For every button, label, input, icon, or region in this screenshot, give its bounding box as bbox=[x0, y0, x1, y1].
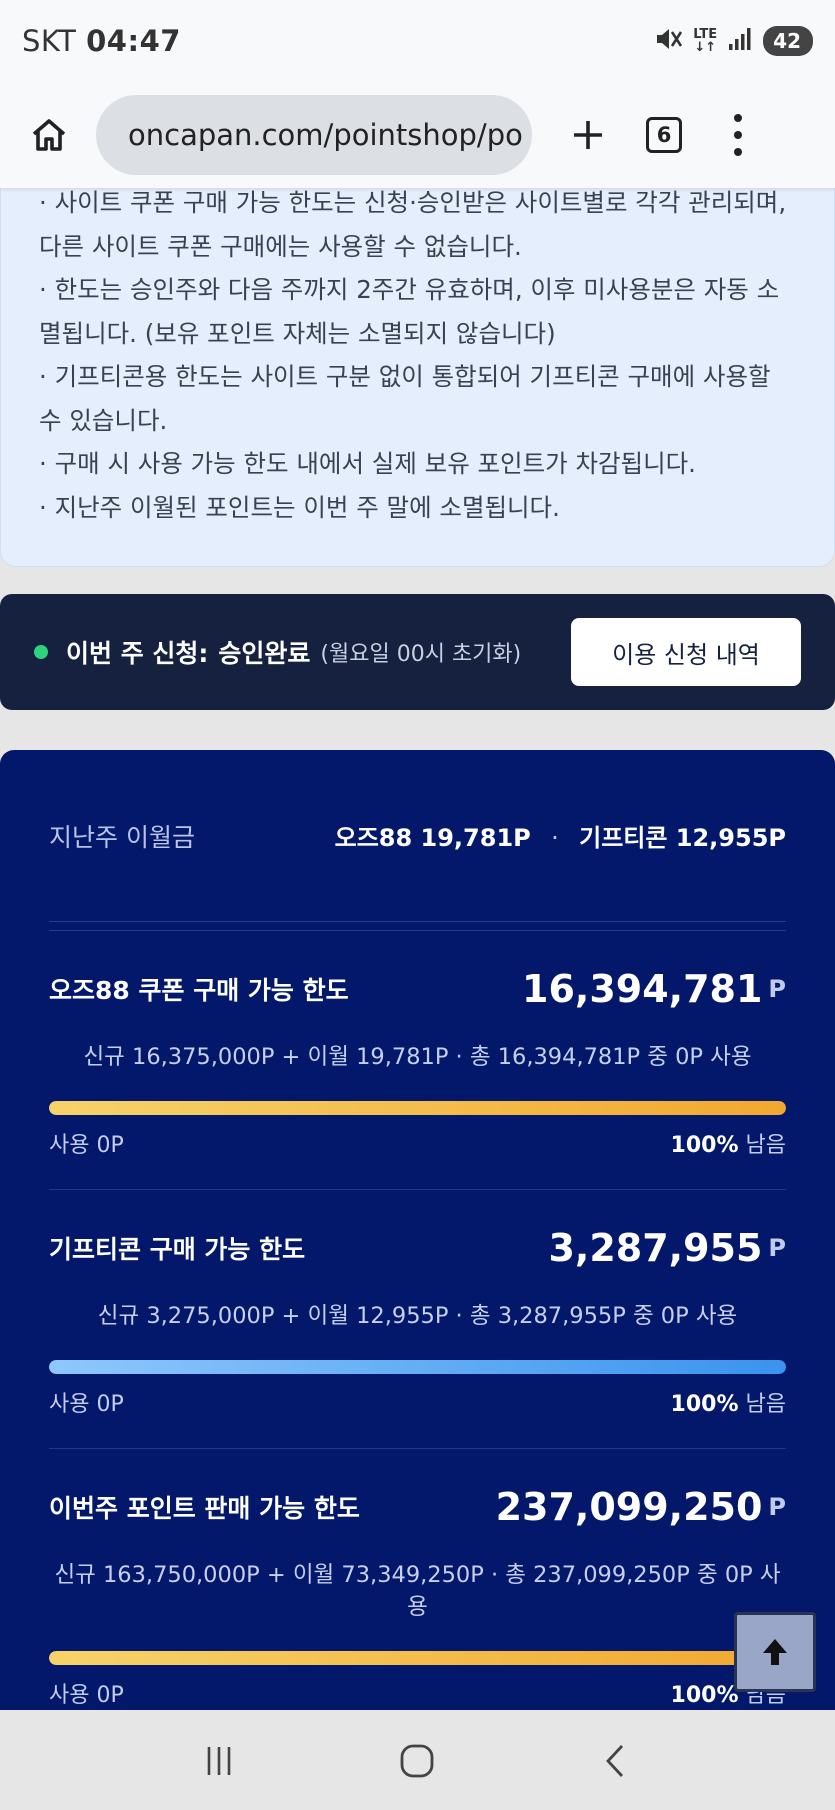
notice-line: · 구매 시 사용 가능 한도 내에서 실제 보유 포인트가 차감됩니다. bbox=[39, 449, 696, 478]
back-chevron-icon bbox=[605, 1745, 623, 1777]
remaining-pct-value: 100% bbox=[670, 1683, 739, 1708]
limit-title: 기프티콘 구매 가능 한도 bbox=[49, 1235, 306, 1264]
limit-unit: P bbox=[768, 975, 786, 1003]
remaining-word: 남음 bbox=[745, 1133, 786, 1158]
limit-detail: 신규 16,375,000P + 이월 19,781P · 총 16,394,7… bbox=[83, 1044, 752, 1070]
limit-card-gifticon: 기프티콘 구매 가능 한도 3,287,955 P 신규 3,275,000P … bbox=[49, 1190, 786, 1449]
limit-detail: 신규 163,750,000P + 이월 73,349,250P · 총 237… bbox=[54, 1562, 781, 1620]
status-indicator-dot bbox=[34, 645, 48, 659]
scroll-to-top-button[interactable] bbox=[734, 1612, 816, 1692]
progress-fill bbox=[49, 1360, 786, 1374]
browser-toolbar: oncapan.com/pointshop/po 6 bbox=[0, 82, 835, 188]
address-bar[interactable]: oncapan.com/pointshop/po bbox=[96, 95, 532, 175]
used-amount: 사용 0P bbox=[49, 1392, 124, 1417]
reset-note: (월요일 00시 초기화) bbox=[320, 642, 522, 667]
browser-menu-button[interactable] bbox=[726, 105, 750, 165]
carryover-gifticon: 기프티콘 12,955P bbox=[579, 824, 786, 852]
url-text: oncapan.com/pointshop/po bbox=[128, 118, 523, 152]
carryover-label: 지난주 이월금 bbox=[49, 822, 195, 852]
carryover-separator: · bbox=[551, 824, 559, 852]
lte-icon: LTE ↓↑ bbox=[693, 27, 718, 55]
notice-line: · 지난주 이월된 포인트는 이번 주 말에 소멸됩니다. bbox=[39, 492, 560, 522]
limit-amount: 237,099,250 bbox=[495, 1485, 763, 1529]
used-amount: 사용 0P bbox=[49, 1133, 124, 1158]
progress-fill bbox=[49, 1101, 786, 1115]
home-button[interactable] bbox=[18, 104, 80, 166]
remaining-word: 남음 bbox=[745, 1392, 786, 1417]
home-nav-button[interactable] bbox=[377, 1721, 457, 1801]
progress-bar bbox=[49, 1360, 786, 1374]
notice-line: · 기프티콘용 한도는 사이트 구분 없이 통합되어 기프티콘 구매에 사용할 bbox=[39, 362, 771, 391]
home-circle-icon bbox=[401, 1744, 434, 1778]
carryover-row: 지난주 이월금 오즈88 19,781P · 기프티콘 12,955P bbox=[49, 750, 786, 922]
battery-indicator: 42 bbox=[763, 26, 813, 56]
more-dot-icon bbox=[734, 114, 742, 122]
remaining-pct-value: 100% bbox=[670, 1133, 739, 1158]
limit-title: 오즈88 쿠폰 구매 가능 한도 bbox=[49, 976, 349, 1005]
more-dot-icon bbox=[734, 131, 742, 139]
progress-bar bbox=[49, 1651, 786, 1665]
home-icon bbox=[32, 119, 66, 151]
limit-card-point-sale: 이번주 포인트 판매 가능 한도 237,099,250 P 신규 163,75… bbox=[49, 1449, 786, 1708]
remaining-percent: 100% 남음 bbox=[671, 1386, 786, 1418]
recent-apps-button[interactable] bbox=[179, 1721, 259, 1801]
notice-card: · 사이트 쿠폰 구매 가능 한도는 신청·승인받은 사이트별로 각각 관리되며… bbox=[0, 150, 835, 567]
limit-unit: P bbox=[768, 1234, 786, 1262]
remaining-pct-value: 100% bbox=[670, 1392, 739, 1417]
limit-title: 이번주 포인트 판매 가능 한도 bbox=[49, 1494, 360, 1523]
limit-amount: 16,394,781 bbox=[522, 967, 763, 1011]
limit-amount: 3,287,955 bbox=[548, 1226, 763, 1270]
carrier-name: SKT bbox=[22, 24, 77, 58]
notice-line: 수 있습니다. bbox=[39, 405, 168, 435]
carryover-values: 오즈88 19,781P · 기프티콘 12,955P bbox=[335, 818, 786, 853]
tab-count: 6 bbox=[656, 123, 672, 147]
tab-switcher-button[interactable]: 6 bbox=[646, 117, 682, 153]
weekly-status-row: 이번 주 신청: 승인완료 (월요일 00시 초기화) 이용 신청 내역 bbox=[0, 594, 835, 710]
notice-line: 다른 사이트 쿠폰 구매에는 사용할 수 없습니다. bbox=[39, 231, 522, 261]
notice-line: 멸됩니다. (보유 포인트 자체는 소멸되지 않습니다) bbox=[39, 318, 556, 348]
plus-icon bbox=[574, 121, 602, 149]
system-nav-bar bbox=[0, 1712, 835, 1810]
recent-apps-icon bbox=[207, 1747, 231, 1775]
used-amount: 사용 0P bbox=[49, 1683, 124, 1708]
limit-card-oz88: 오즈88 쿠폰 구매 가능 한도 16,394,781 P 신규 16,375,… bbox=[49, 931, 786, 1190]
limit-unit: P bbox=[768, 1493, 786, 1521]
clock-time: 04:47 bbox=[86, 24, 181, 58]
progress-bar bbox=[49, 1101, 786, 1115]
new-tab-button[interactable] bbox=[558, 105, 618, 165]
back-button[interactable] bbox=[576, 1721, 656, 1801]
limits-panel: 지난주 이월금 오즈88 19,781P · 기프티콘 12,955P 오즈88… bbox=[0, 750, 835, 1710]
carryover-oz88: 오즈88 19,781P bbox=[334, 824, 531, 852]
limit-detail: 신규 3,275,000P + 이월 12,955P · 총 3,287,955… bbox=[97, 1303, 738, 1329]
progress-fill bbox=[49, 1651, 786, 1665]
remaining-percent: 100% 남음 bbox=[671, 1127, 786, 1159]
mute-icon bbox=[653, 24, 683, 58]
status-icons: LTE ↓↑ 42 bbox=[653, 24, 813, 58]
more-dot-icon bbox=[734, 148, 742, 156]
usage-history-button[interactable]: 이용 신청 내역 bbox=[571, 618, 801, 686]
status-carrier-time: SKT 04:47 bbox=[22, 24, 181, 58]
notice-line: · 한도는 승인주와 다음 주까지 2주간 유효하며, 이후 미사용분은 자동 … bbox=[39, 275, 780, 304]
signal-icon bbox=[727, 26, 753, 56]
arrow-up-icon bbox=[763, 1639, 787, 1665]
status-bar: SKT 04:47 LTE ↓↑ 42 bbox=[0, 0, 835, 82]
weekly-status-label: 이번 주 신청: bbox=[66, 639, 209, 668]
weekly-status-value: 승인완료 bbox=[218, 639, 311, 668]
